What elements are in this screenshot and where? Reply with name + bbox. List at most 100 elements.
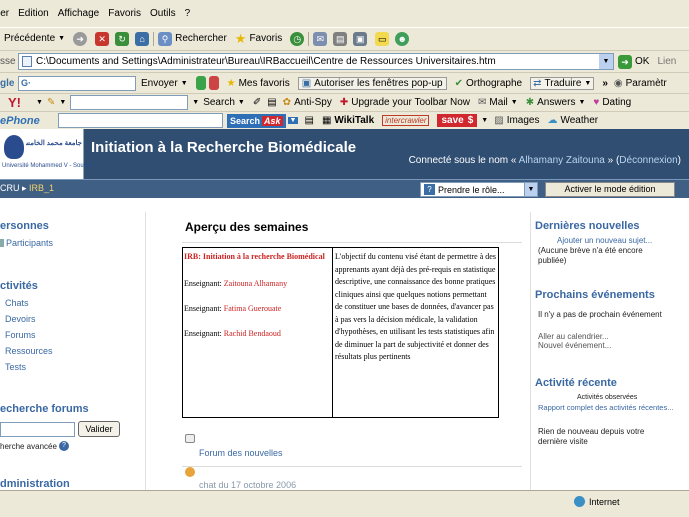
ask-options-icon[interactable]: ▤ bbox=[304, 115, 313, 126]
answers-button[interactable]: ✱ Answers ▼ bbox=[526, 97, 586, 108]
help-icon[interactable]: ? bbox=[58, 441, 69, 451]
links-label[interactable]: Lien bbox=[657, 56, 676, 67]
full-report-link[interactable]: Rapport complet des activités récentes..… bbox=[538, 403, 673, 412]
chevron-down-icon[interactable]: ▼ bbox=[599, 54, 613, 69]
chevron-down-icon[interactable]: ▼ bbox=[192, 99, 199, 106]
highlight-icon[interactable]: ✐ bbox=[253, 97, 261, 108]
stop-icon[interactable]: ✕ bbox=[95, 31, 110, 46]
menu-file[interactable]: ier bbox=[0, 8, 13, 19]
edit-mode-button[interactable]: Activer le mode édition bbox=[545, 182, 675, 197]
ask-search-input[interactable] bbox=[58, 113, 223, 128]
news-forum-link[interactable]: Forum des nouvelles bbox=[199, 448, 283, 458]
new-event-link[interactable]: Nouvel événement... bbox=[538, 341, 611, 350]
add-topic-link[interactable]: Ajouter un nouveau sujet... bbox=[557, 236, 652, 245]
user-link[interactable]: Alhamany Zaitouna bbox=[519, 155, 605, 166]
search-button[interactable]: ⚲ Rechercher bbox=[158, 31, 227, 46]
participants-link[interactable]: Participants bbox=[6, 238, 53, 248]
ask-search-button[interactable]: Search Ask bbox=[227, 113, 286, 128]
save-button[interactable]: save $ bbox=[437, 114, 478, 127]
breadcrumb-home[interactable]: CRU bbox=[0, 183, 20, 193]
upgrade-button[interactable]: ✚ Upgrade your Toolbar Now bbox=[340, 97, 470, 108]
favorites-button[interactable]: ★ Favoris bbox=[235, 31, 282, 47]
mail-icon[interactable]: ✉ bbox=[313, 31, 328, 46]
pencil-icon[interactable]: ✎ bbox=[47, 97, 55, 108]
weather-button[interactable]: ☁ Weather bbox=[547, 115, 598, 126]
history-icon[interactable]: ◷ bbox=[290, 31, 305, 46]
calendar-link[interactable]: Aller au calendrier... bbox=[538, 332, 609, 341]
wikitalk-button[interactable]: ▦ WikiTalk bbox=[322, 115, 374, 126]
teacher-name[interactable]: Rachid Bendaoud bbox=[224, 329, 281, 338]
dating-label: Dating bbox=[602, 97, 632, 108]
form-icon[interactable]: ▤ bbox=[267, 97, 276, 108]
chevron-down-icon[interactable]: ▼ bbox=[59, 99, 66, 106]
menu-tools[interactable]: Outils bbox=[146, 8, 180, 19]
logout-link[interactable]: Déconnexion bbox=[619, 155, 677, 166]
home-icon[interactable]: ⌂ bbox=[135, 31, 150, 46]
chevron-down-icon[interactable]: ▼ bbox=[36, 99, 43, 106]
spelling-button[interactable]: ✔ Orthographe bbox=[455, 78, 523, 89]
chevron-down-icon[interactable]: ▼ bbox=[287, 117, 299, 124]
menu-help[interactable]: ? bbox=[181, 8, 195, 19]
google-send-button[interactable]: Envoyer ▼ bbox=[141, 78, 188, 89]
recent-activity-heading: Activité récente bbox=[535, 377, 617, 389]
menu-edit[interactable]: Edition bbox=[14, 8, 53, 19]
translate-button[interactable]: ⇄ Traduire ▼ bbox=[530, 76, 595, 90]
forum-search-button[interactable]: Valider bbox=[78, 421, 120, 437]
advanced-search-link[interactable]: herche avancée bbox=[0, 442, 57, 451]
wikitalk-label: WikiTalk bbox=[334, 115, 375, 126]
role-select[interactable]: ? Prendre le rôle... ▼ bbox=[420, 182, 538, 197]
toolbar-divider bbox=[153, 31, 155, 46]
blocked-popup-icon[interactable] bbox=[208, 76, 219, 90]
intercrawler-button[interactable]: intercrawler bbox=[382, 115, 430, 126]
chevron-down-icon[interactable]: ▼ bbox=[58, 35, 65, 42]
activity-quizzes[interactable]: Tests bbox=[5, 362, 26, 372]
forward-icon[interactable]: ➜ bbox=[73, 31, 88, 46]
images-button[interactable]: ▨ Images bbox=[494, 115, 539, 126]
activity-chats[interactable]: Chats bbox=[5, 298, 29, 308]
weather-icon: ☁ bbox=[547, 115, 558, 126]
print-icon[interactable]: ▤ bbox=[333, 31, 348, 46]
upgrade-label: Upgrade your Toolbar Now bbox=[351, 97, 471, 108]
popup-toggle-button[interactable]: ▣ Autoriser les fenêtres pop-up bbox=[297, 76, 447, 90]
menu-view[interactable]: Affichage bbox=[54, 8, 104, 19]
menu-favorites[interactable]: Favoris bbox=[104, 8, 145, 19]
university-logo[interactable]: جامعة محمد الخامس السويسي Université Moh… bbox=[0, 129, 92, 179]
activity-assignments[interactable]: Devoirs bbox=[5, 314, 36, 324]
help-icon[interactable]: ? bbox=[424, 184, 435, 195]
google-favorites-button[interactable]: ★ Mes favoris bbox=[227, 78, 290, 89]
chat-link[interactable]: chat du 17 octobre 2006 bbox=[199, 480, 296, 490]
participants-item[interactable]: Participants bbox=[0, 238, 53, 248]
news-heading: Dernières nouvelles bbox=[535, 220, 640, 232]
chevron-down-icon[interactable]: ▼ bbox=[481, 117, 488, 124]
yahoo-search-input[interactable] bbox=[70, 95, 189, 110]
more-icon[interactable]: » bbox=[602, 78, 608, 89]
address-input[interactable]: C:\Documents and Settings\Administrateur… bbox=[18, 53, 614, 70]
forum-search-input[interactable] bbox=[0, 422, 75, 437]
google-settings-button[interactable]: ◉ Paramètr bbox=[614, 78, 667, 89]
edit-page-icon[interactable]: ▣ bbox=[353, 31, 368, 46]
yahoo-logo[interactable]: Y! bbox=[8, 95, 36, 110]
weather-label: Weather bbox=[560, 115, 599, 126]
breadcrumb-course[interactable]: IRB_1 bbox=[29, 183, 54, 193]
yahoo-search-button[interactable]: Search ▼ bbox=[203, 97, 245, 108]
activity-resources[interactable]: Ressources bbox=[5, 346, 53, 356]
activity-forums[interactable]: Forums bbox=[5, 330, 36, 340]
back-button[interactable]: Précédente ▼ bbox=[4, 33, 65, 44]
teacher-name[interactable]: Zaitouna Alhamany bbox=[224, 279, 287, 288]
search-icon: ⚲ bbox=[158, 31, 173, 46]
messenger-icon[interactable]: ☻ bbox=[395, 31, 410, 46]
standard-toolbar: Précédente ▼ ➜ ✕ ↻ ⌂ ⚲ Rechercher ★ Favo… bbox=[0, 27, 689, 49]
teacher-name[interactable]: Fatima Guerouate bbox=[224, 304, 282, 313]
page-title: Initiation à la Recherche Biomédicale bbox=[91, 139, 357, 156]
ask-label: Ask bbox=[262, 115, 283, 126]
antispy-button[interactable]: ✿ Anti-Spy bbox=[283, 97, 332, 108]
dating-button[interactable]: ♥ Dating bbox=[593, 97, 631, 108]
pagerank-icon[interactable] bbox=[195, 76, 206, 90]
yahoo-mail-button[interactable]: ✉ Mail ▼ bbox=[478, 97, 518, 108]
translate-icon: ⇄ bbox=[533, 77, 542, 89]
notes-icon[interactable]: ▭ bbox=[375, 31, 390, 46]
refresh-icon[interactable]: ↻ bbox=[115, 31, 130, 46]
google-search-input[interactable]: G· bbox=[18, 75, 136, 91]
phone-logo[interactable]: ePhone bbox=[0, 115, 58, 127]
go-button[interactable]: ➜ OK bbox=[618, 54, 649, 69]
